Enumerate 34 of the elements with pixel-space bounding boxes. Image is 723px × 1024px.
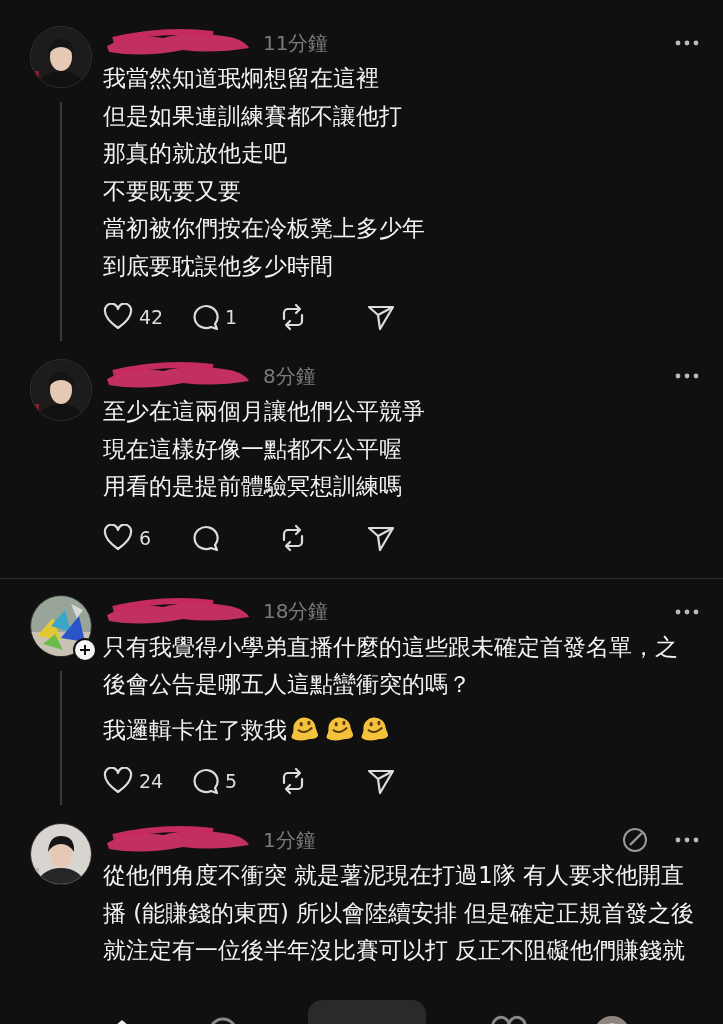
post-text: 從他們角度不衝突 就是薯泥現在打過1隊 有人要求他開直播 (能賺錢的東西) 所以會陸續安排 但是確定正規首發之後就注定有一位後半年沒比賽可以打 反正不阻礙他們賺錢就 <box>103 861 696 965</box>
post-text: 但是如果連訓練賽都不讓他打 <box>103 101 403 131</box>
like-count: 24 <box>139 770 164 792</box>
post-text: 只有我覺得小學弟直播什麼的這些跟未確定首發名單，之後會公告是哪五人這點蠻衝突的嗎？ <box>103 632 679 699</box>
post-text: 我當然知道珉炯想留在這裡 <box>103 64 380 93</box>
reply-count: 5 <box>225 770 238 792</box>
post-text: 至少在這兩個月讓他們公平競爭 <box>103 397 426 426</box>
like-count: 6 <box>139 526 152 549</box>
post-text: 用看的是提前體驗冥想訓練嗎 <box>103 472 403 501</box>
like-count: 42 <box>139 306 164 328</box>
post-time: 8分鐘 <box>263 362 316 390</box>
post-text: 我邏輯卡住了救我 <box>103 716 287 743</box>
heart-icon[interactable] <box>103 767 133 795</box>
more-icon[interactable] <box>675 836 699 844</box>
post-time: 18分鐘 <box>263 598 329 625</box>
edit-icon[interactable] <box>621 826 649 854</box>
comment-icon[interactable] <box>191 767 219 795</box>
send-icon[interactable] <box>367 767 395 795</box>
post-text: 現在這樣好像一點都不公平喔 <box>103 434 403 464</box>
post-time: 11分鐘 <box>263 29 329 57</box>
more-icon[interactable] <box>675 607 699 616</box>
more-icon[interactable] <box>675 39 699 47</box>
post-text: 到底要耽誤他多少時間 <box>103 251 334 281</box>
post-text: 那真的就放他走吧 <box>103 139 288 168</box>
post-text: 不要既要又要 <box>103 176 242 206</box>
reply-count: 1 <box>225 306 238 328</box>
heart-icon[interactable] <box>103 523 133 552</box>
send-icon[interactable] <box>367 303 395 331</box>
post-time: 1分鐘 <box>263 826 316 854</box>
comment-icon[interactable] <box>191 303 219 331</box>
post-text: 當初被你們按在冷板凳上多少年 <box>103 214 426 243</box>
heart-icon[interactable] <box>103 303 133 331</box>
comment-icon[interactable] <box>191 523 219 552</box>
more-icon[interactable] <box>675 372 699 380</box>
